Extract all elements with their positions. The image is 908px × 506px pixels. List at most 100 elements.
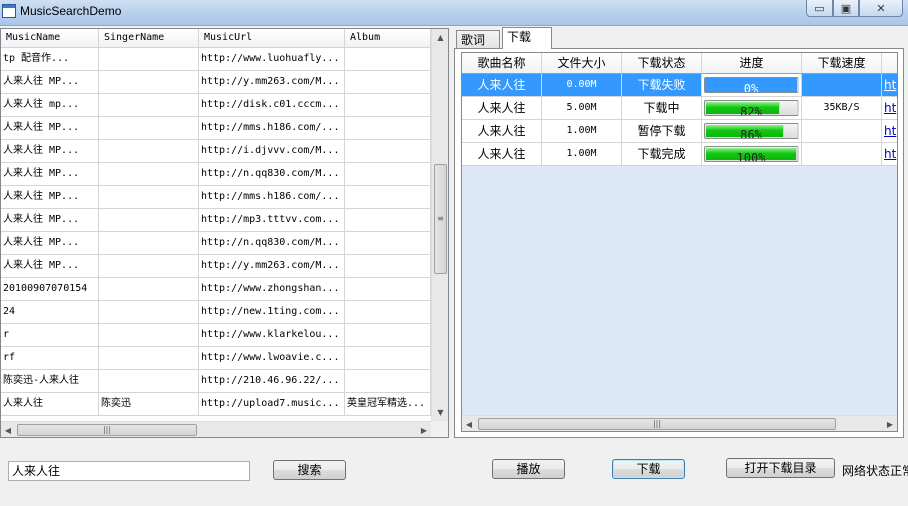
table-row[interactable]: 人来人往 MP... http://n.qq830.com/M... [1, 163, 431, 186]
cell-progress[interactable]: 82% [702, 97, 802, 119]
maximize-button[interactable]: ▣ [833, 0, 859, 17]
table-row[interactable]: 人来人往 MP... http://i.djvvv.com/M... [1, 140, 431, 163]
download-row[interactable]: 人来人往 1.00M 暂停下载 86% ht [462, 120, 897, 143]
tab-lyrics[interactable]: 歌词 [456, 30, 500, 49]
scroll-thumb[interactable]: ||| [478, 418, 836, 430]
cell-music-name[interactable]: 人来人往 MP... [1, 255, 99, 277]
cell-music-name[interactable]: 陈奕迅-人来人往 [1, 370, 99, 392]
cell-download-status[interactable]: 下载完成 [622, 143, 702, 165]
cell-music-url[interactable]: http://n.qq830.com/M... [199, 232, 345, 254]
cell-album[interactable] [345, 71, 431, 93]
cell-music-url[interactable]: http://y.mm263.com/M... [199, 255, 345, 277]
search-button[interactable]: 搜索 [273, 460, 346, 480]
cell-album[interactable] [345, 163, 431, 185]
table-row[interactable]: 陈奕迅-人来人往 http://210.46.96.22/... [1, 370, 431, 393]
results-horizontal-scrollbar[interactable]: ◀ ||| ▶ [1, 421, 431, 437]
cell-singer-name[interactable] [99, 255, 199, 277]
search-input[interactable]: 人来人往 [8, 461, 250, 481]
cell-download-speed[interactable] [802, 120, 882, 142]
cell-album[interactable] [345, 324, 431, 346]
table-row[interactable]: 人来人往 MP... http://mms.h186.com/... [1, 186, 431, 209]
cell-song-name[interactable]: 人来人往 [462, 97, 542, 119]
cell-singer-name[interactable] [99, 278, 199, 300]
table-row[interactable]: 20100907070154 http://www.zhongshan... [1, 278, 431, 301]
download-row[interactable]: 人来人往 1.00M 下载完成 100% ht [462, 143, 897, 166]
table-row[interactable]: rf http://www.lwoavie.c... [1, 347, 431, 370]
table-row[interactable]: 人来人往 mp... http://disk.c01.cccm... [1, 94, 431, 117]
cell-download-status[interactable]: 暂停下载 [622, 120, 702, 142]
scroll-down-arrow-icon[interactable]: ▼ [432, 404, 448, 421]
table-row[interactable]: 人来人往 MP... http://y.mm263.com/M... [1, 71, 431, 94]
cell-singer-name[interactable] [99, 232, 199, 254]
scroll-left-arrow-icon[interactable]: ◀ [462, 416, 476, 431]
scroll-thumb[interactable]: ||| [17, 424, 197, 436]
cell-album[interactable] [345, 140, 431, 162]
column-header-musicurl[interactable]: MusicUrl [199, 29, 345, 47]
minimize-button[interactable]: ▭ [806, 0, 833, 17]
scroll-thumb[interactable]: ≡ [434, 164, 447, 274]
cell-music-name[interactable]: 人来人往 MP... [1, 163, 99, 185]
download-row[interactable]: 人来人往 0.00M 下载失败 0% ht [462, 74, 897, 97]
cell-singer-name[interactable] [99, 140, 199, 162]
cell-download-speed[interactable] [802, 74, 882, 96]
cell-download-status[interactable]: 下载中 [622, 97, 702, 119]
cell-link[interactable]: ht [882, 97, 897, 119]
column-header-song-name[interactable]: 歌曲名称 [462, 53, 542, 73]
cell-song-name[interactable]: 人来人往 [462, 143, 542, 165]
open-download-folder-button[interactable]: 打开下载目录 [726, 458, 835, 478]
tab-download[interactable]: 下载 [502, 27, 552, 49]
download-button[interactable]: 下载 [612, 459, 685, 479]
cell-song-name[interactable]: 人来人往 [462, 74, 542, 96]
cell-singer-name[interactable] [99, 94, 199, 116]
cell-song-name[interactable]: 人来人往 [462, 120, 542, 142]
cell-singer-name[interactable] [99, 163, 199, 185]
cell-music-url[interactable]: http://mms.h186.com/... [199, 186, 345, 208]
cell-album[interactable] [345, 186, 431, 208]
column-header-download-status[interactable]: 下载状态 [622, 53, 702, 73]
table-row[interactable]: r http://www.klarkelou... [1, 324, 431, 347]
column-header-singername[interactable]: SingerName [99, 29, 199, 47]
cell-download-speed[interactable] [802, 143, 882, 165]
cell-file-size[interactable]: 0.00M [542, 74, 622, 96]
download-row[interactable]: 人来人往 5.00M 下载中 82% 35KB/S ht [462, 97, 897, 120]
column-header-album[interactable]: Album [345, 29, 431, 47]
cell-album[interactable] [345, 48, 431, 70]
scroll-right-arrow-icon[interactable]: ▶ [883, 416, 897, 431]
cell-music-name[interactable]: 人来人往 MP... [1, 209, 99, 231]
cell-music-name[interactable]: 人来人往 MP... [1, 71, 99, 93]
cell-music-name[interactable]: 20100907070154 [1, 278, 99, 300]
cell-music-url[interactable]: http://www.lwoavie.c... [199, 347, 345, 369]
cell-singer-name[interactable] [99, 347, 199, 369]
column-header-file-size[interactable]: 文件大小 [542, 53, 622, 73]
cell-album[interactable] [345, 94, 431, 116]
cell-link[interactable]: ht [882, 74, 897, 96]
cell-album[interactable] [345, 301, 431, 323]
cell-album[interactable] [345, 255, 431, 277]
cell-album[interactable] [345, 209, 431, 231]
cell-progress[interactable]: 0% [702, 74, 802, 96]
cell-music-url[interactable]: http://upload7.music... [199, 393, 345, 415]
cell-music-name[interactable]: 人来人往 [1, 393, 99, 415]
play-button[interactable]: 播放 [492, 459, 565, 479]
cell-music-name[interactable]: 人来人往 MP... [1, 140, 99, 162]
cell-music-url[interactable]: http://210.46.96.22/... [199, 370, 345, 392]
cell-music-name[interactable]: 24 [1, 301, 99, 323]
search-results-grid[interactable]: MusicName SingerName MusicUrl Album tp 配… [0, 28, 449, 438]
cell-file-size[interactable]: 1.00M [542, 120, 622, 142]
column-header-musicname[interactable]: MusicName [1, 29, 99, 47]
cell-album[interactable]: 英皇冠军精选... [345, 393, 431, 415]
cell-music-name[interactable]: 人来人往 MP... [1, 186, 99, 208]
cell-music-url[interactable]: http://mms.h186.com/... [199, 117, 345, 139]
cell-music-name[interactable]: r [1, 324, 99, 346]
cell-music-url[interactable]: http://www.klarkelou... [199, 324, 345, 346]
cell-music-url[interactable]: http://n.qq830.com/M... [199, 163, 345, 185]
table-row[interactable]: 人来人往 MP... http://mp3.tttvv.com... [1, 209, 431, 232]
cell-album[interactable] [345, 278, 431, 300]
cell-singer-name[interactable] [99, 301, 199, 323]
cell-singer-name[interactable] [99, 71, 199, 93]
cell-download-speed[interactable]: 35KB/S [802, 97, 882, 119]
table-row[interactable]: 人来人往 MP... http://n.qq830.com/M... [1, 232, 431, 255]
cell-singer-name[interactable] [99, 186, 199, 208]
table-row[interactable]: 24 http://new.1ting.com... [1, 301, 431, 324]
cell-music-url[interactable]: http://disk.c01.cccm... [199, 94, 345, 116]
